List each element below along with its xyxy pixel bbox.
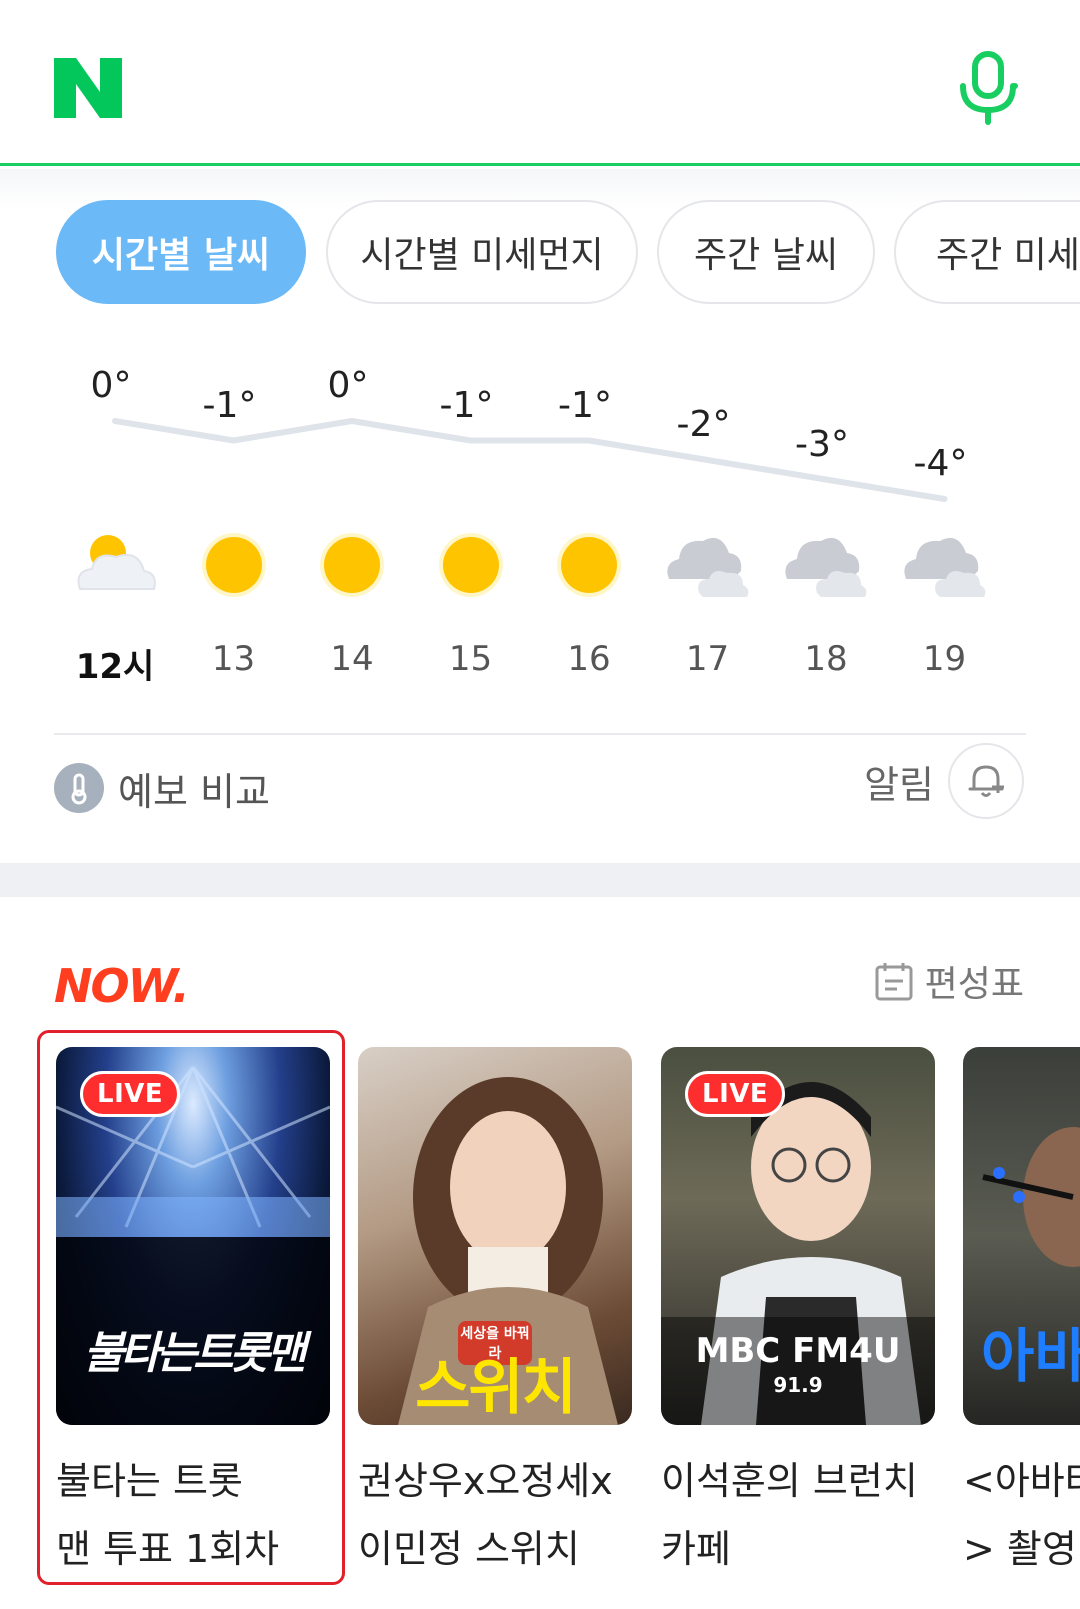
card-thumbnail: 아바 bbox=[963, 1047, 1080, 1425]
cloudy-icon bbox=[900, 527, 990, 607]
calendar-icon bbox=[875, 963, 913, 1001]
hour-label: 16 bbox=[567, 639, 611, 679]
card-title: 권상우x오정세x 이민정 스위치 bbox=[358, 1447, 632, 1583]
card-title-line2: 이민정 스위치 bbox=[358, 1527, 580, 1571]
sun-icon bbox=[189, 527, 279, 607]
microphone-icon[interactable] bbox=[955, 50, 1021, 126]
hour-label: 12시 bbox=[75, 647, 155, 687]
section-separator bbox=[0, 863, 1080, 897]
tab-weekly-weather[interactable]: 주간 날씨 bbox=[657, 200, 875, 304]
forecast-compare-label: 예보 비교 bbox=[118, 769, 270, 814]
card-title-line2: > 촬영 bbox=[963, 1527, 1077, 1571]
thumb-title-text: 불타는트롯맨 bbox=[83, 1328, 307, 1379]
weather-divider bbox=[54, 733, 1026, 735]
hour-label: 13 bbox=[211, 639, 256, 679]
tab-weekly-fine-dust[interactable]: 주간 미세먼 bbox=[894, 200, 1080, 304]
weather-section: 시간별 날씨 시간별 미세먼지 주간 날씨 주간 미세먼 0° -1° 0° -1° -… bbox=[0, 169, 1080, 863]
thumb-subtitle-text: 91.9 bbox=[773, 1373, 823, 1397]
hourly-temp-label: 0° bbox=[90, 365, 132, 406]
now-card-switch[interactable]: 세상을 바꿔라 스위치 권상우x오정세x 이민정 스위치 bbox=[358, 1047, 632, 1583]
tab-hourly-weather[interactable]: 시간별 날씨 bbox=[56, 200, 306, 304]
cloudy-icon bbox=[781, 527, 871, 607]
now-section: NOW. 편성표 LIVE 불타는트롯맨 불타는 트롯 맨 투표 1회차 세상을… bbox=[0, 897, 1080, 1609]
sun-behind-cloud-icon bbox=[70, 527, 160, 607]
hourly-temp-label: -3° bbox=[795, 423, 849, 465]
hourly-temp-label: -2° bbox=[676, 404, 731, 445]
card-title-line1: 권상우x오정세x bbox=[358, 1459, 613, 1503]
sun-icon bbox=[426, 527, 516, 607]
hour-label: 17 bbox=[685, 639, 730, 679]
now-logo[interactable]: NOW. bbox=[54, 959, 190, 1013]
top-header bbox=[0, 0, 1080, 166]
thumb-title-text: 스위치 bbox=[415, 1353, 577, 1423]
thermometer-icon bbox=[54, 763, 104, 813]
live-badge: LIVE bbox=[80, 1071, 181, 1117]
card-title: 불타는 트롯 맨 투표 1회차 bbox=[56, 1447, 330, 1583]
thumb-title-text: MBC FM4U bbox=[695, 1331, 901, 1371]
cloudy-icon bbox=[663, 527, 753, 607]
now-card-brunch-cafe[interactable]: LIVE MBC FM4U 91.9 이석훈의 브런치 카페 bbox=[661, 1047, 935, 1583]
card-title-line1: <아바타 bbox=[963, 1459, 1080, 1503]
thumb-title-text: 아바 bbox=[981, 1322, 1080, 1390]
naver-app-page: 시간별 날씨 시간별 미세먼지 주간 날씨 주간 미세먼 0° -1° 0° -1° -… bbox=[0, 0, 1080, 1609]
hourly-temp-label: -4° bbox=[913, 443, 968, 484]
forecast-compare-link[interactable]: 예보 비교 bbox=[54, 753, 270, 823]
hour-label: 15 bbox=[448, 639, 493, 679]
naver-logo[interactable] bbox=[54, 58, 122, 118]
card-title-line1: 이석훈의 브런치 bbox=[661, 1459, 918, 1503]
hour-label: 18 bbox=[804, 639, 848, 679]
now-card-trotman[interactable]: LIVE 불타는트롯맨 불타는 트롯 맨 투표 1회차 bbox=[56, 1047, 330, 1583]
sun-icon bbox=[544, 527, 634, 607]
schedule-label: 편성표 bbox=[924, 964, 1024, 1005]
hourly-temp-label: -1° bbox=[202, 384, 257, 426]
card-title-line1: 불타는 트롯 bbox=[56, 1459, 243, 1503]
sun-icon bbox=[307, 527, 397, 607]
bell-plus-icon bbox=[948, 743, 1024, 819]
card-thumbnail: LIVE MBC FM4U 91.9 bbox=[661, 1047, 935, 1425]
temperature-line bbox=[112, 418, 948, 502]
card-title: <아바타 > 촬영 bbox=[963, 1447, 1080, 1583]
hour-label: 14 bbox=[330, 639, 374, 679]
hourly-temp-label: -1° bbox=[558, 384, 612, 426]
tab-hourly-fine-dust[interactable]: 시간별 미세먼지 bbox=[326, 200, 638, 304]
alarm-label: 알림 bbox=[864, 762, 934, 807]
card-title-line2: 맨 투표 1회차 bbox=[56, 1527, 280, 1571]
hour-label: 19 bbox=[922, 639, 967, 679]
card-thumbnail: 세상을 바꿔라 스위치 bbox=[358, 1047, 632, 1425]
card-title-line2: 카페 bbox=[661, 1527, 731, 1571]
schedule-button[interactable]: 편성표 bbox=[875, 955, 1024, 1007]
alarm-button[interactable]: 알림 bbox=[864, 741, 1024, 821]
live-badge: LIVE bbox=[685, 1071, 786, 1117]
now-card-avatar[interactable]: 아바 <아바타 > 촬영 bbox=[963, 1047, 1080, 1583]
hourly-temp-label: 0° bbox=[327, 365, 369, 406]
card-thumbnail: LIVE 불타는트롯맨 bbox=[56, 1047, 330, 1425]
hourly-temp-label: -1° bbox=[439, 384, 494, 426]
card-title: 이석훈의 브런치 카페 bbox=[661, 1447, 935, 1583]
